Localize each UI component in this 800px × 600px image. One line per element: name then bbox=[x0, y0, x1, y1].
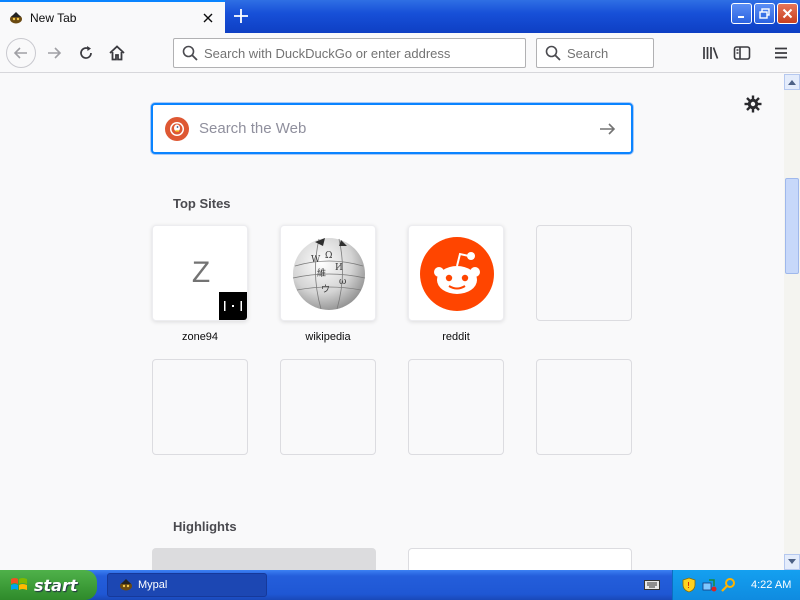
search-bar[interactable]: Search bbox=[536, 38, 654, 68]
duckduckgo-icon bbox=[165, 116, 189, 141]
close-window-button[interactable] bbox=[777, 3, 798, 24]
search-icon bbox=[545, 45, 561, 61]
search-tray-icon[interactable] bbox=[721, 577, 737, 593]
customize-button[interactable] bbox=[742, 93, 764, 115]
taskbar: start Mypal ! 4:22 AM bbox=[0, 570, 800, 600]
scroll-up-button[interactable] bbox=[784, 74, 800, 90]
top-site-placeholder[interactable] bbox=[152, 359, 248, 455]
web-search-box[interactable]: Search the Web bbox=[151, 103, 633, 154]
highlight-card[interactable] bbox=[408, 548, 632, 570]
tab-title: New Tab bbox=[30, 10, 77, 25]
top-site-label: wikipedia bbox=[305, 331, 351, 343]
reddit-icon bbox=[420, 237, 494, 311]
menu-button[interactable] bbox=[767, 39, 795, 67]
minimize-button[interactable] bbox=[731, 3, 752, 24]
top-site-empty[interactable] bbox=[536, 359, 632, 479]
library-icon bbox=[703, 47, 719, 59]
system-tray: ! 4:22 AM bbox=[672, 570, 800, 600]
start-button[interactable]: start bbox=[0, 570, 97, 600]
scrollbar-thumb[interactable] bbox=[785, 178, 799, 274]
svg-text:!: ! bbox=[687, 581, 690, 590]
clock: 4:22 AM bbox=[751, 579, 792, 591]
top-site-placeholder[interactable] bbox=[536, 359, 632, 455]
new-tab-page: Search the Web Top Sites Z zone94 W Ω И … bbox=[0, 74, 784, 570]
top-site-empty[interactable] bbox=[152, 359, 248, 479]
library-button[interactable] bbox=[697, 39, 725, 67]
mypal-icon bbox=[120, 579, 132, 591]
address-bar[interactable]: Search with DuckDuckGo or enter address bbox=[173, 38, 526, 68]
top-site-placeholder[interactable] bbox=[408, 359, 504, 455]
home-icon bbox=[109, 45, 125, 61]
forward-button[interactable] bbox=[40, 39, 68, 67]
tab-new-tab[interactable]: New Tab bbox=[0, 0, 225, 33]
top-site-wikipedia[interactable]: W Ω И 維 ω ウ wikipedia bbox=[280, 225, 376, 345]
top-site-placeholder[interactable] bbox=[280, 359, 376, 455]
top-site-tile[interactable]: Z bbox=[152, 225, 248, 321]
top-site-tile[interactable] bbox=[408, 225, 504, 321]
top-site-label: reddit bbox=[442, 331, 470, 343]
top-site-empty[interactable] bbox=[280, 359, 376, 479]
network-icon[interactable] bbox=[701, 577, 717, 593]
window-controls bbox=[731, 3, 798, 24]
wikipedia-globe-icon: W Ω И 維 ω ウ bbox=[292, 238, 366, 310]
arrow-right-icon bbox=[48, 47, 62, 59]
new-tab-button[interactable] bbox=[228, 4, 254, 28]
top-site-zone94[interactable]: Z zone94 bbox=[152, 225, 248, 345]
close-icon bbox=[782, 8, 793, 19]
svg-text:維: 維 bbox=[317, 267, 326, 279]
arrow-right-icon bbox=[600, 122, 616, 135]
back-button[interactable] bbox=[6, 38, 36, 68]
chevron-down-icon bbox=[788, 559, 796, 564]
chevron-up-icon bbox=[788, 80, 796, 85]
scroll-down-button[interactable] bbox=[784, 554, 800, 570]
top-site-tile[interactable]: W Ω И 維 ω ウ bbox=[280, 225, 376, 321]
svg-text:W: W bbox=[311, 255, 321, 265]
sidebar-icon bbox=[733, 46, 751, 60]
arrow-left-icon bbox=[13, 47, 27, 59]
restore-icon bbox=[759, 8, 770, 19]
home-button[interactable] bbox=[103, 39, 131, 67]
gear-icon bbox=[744, 95, 762, 113]
top-sites-heading: Top Sites bbox=[173, 196, 231, 211]
top-site-empty[interactable] bbox=[536, 225, 632, 345]
svg-text:ウ: ウ bbox=[321, 284, 330, 295]
reload-icon bbox=[80, 46, 92, 59]
windows-logo-icon bbox=[11, 578, 27, 590]
web-search-input[interactable]: Search the Web bbox=[199, 120, 591, 137]
zone94-favicon bbox=[217, 290, 247, 320]
reload-button[interactable] bbox=[72, 39, 100, 67]
minimize-icon bbox=[737, 15, 744, 18]
highlights-heading: Highlights bbox=[173, 519, 237, 534]
close-tab-icon[interactable] bbox=[197, 7, 219, 29]
svg-text:Ω: Ω bbox=[325, 251, 332, 261]
sidebar-button[interactable] bbox=[728, 39, 756, 67]
top-site-label: zone94 bbox=[181, 331, 219, 343]
vertical-scrollbar[interactable] bbox=[784, 74, 800, 570]
svg-text:ω: ω bbox=[339, 277, 346, 287]
top-site-placeholder[interactable] bbox=[536, 225, 632, 321]
tile-letter: Z bbox=[191, 256, 211, 289]
taskbar-item-mypal[interactable]: Mypal bbox=[107, 573, 267, 597]
address-bar-placeholder: Search with DuckDuckGo or enter address bbox=[204, 45, 451, 61]
top-site-empty[interactable] bbox=[408, 359, 504, 479]
navigation-toolbar: Search with DuckDuckGo or enter address … bbox=[0, 33, 800, 73]
restore-button[interactable] bbox=[754, 3, 775, 24]
search-icon bbox=[182, 45, 198, 61]
svg-text:И: И bbox=[335, 263, 343, 273]
top-site-reddit[interactable]: reddit bbox=[408, 225, 504, 345]
security-shield-icon[interactable]: ! bbox=[681, 577, 697, 593]
highlight-card[interactable] bbox=[152, 548, 376, 570]
search-bar-placeholder: Search bbox=[567, 45, 609, 61]
taskbar-item-label: Mypal bbox=[138, 579, 168, 591]
title-bar: New Tab bbox=[0, 0, 800, 33]
mypal-icon bbox=[10, 11, 22, 23]
web-search-submit-button[interactable] bbox=[591, 112, 625, 146]
start-label: start bbox=[34, 575, 78, 595]
keyboard-icon[interactable] bbox=[644, 578, 660, 592]
plus-icon bbox=[234, 9, 248, 23]
hamburger-icon bbox=[775, 47, 787, 59]
